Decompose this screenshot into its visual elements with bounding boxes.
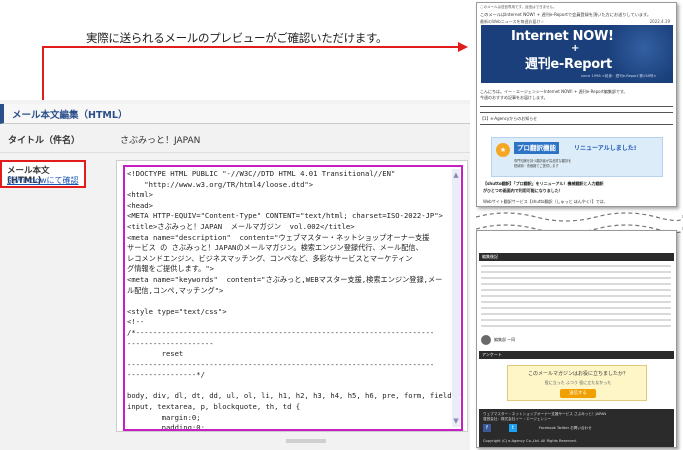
code-line: <!DOCTYPE HTML PUBLIC "-//W3C//DTD HTML … (127, 169, 396, 178)
email-footer: ウェブマスター・ネットショップオーナー支援サービス さぶみっと！JAPAN 運営… (479, 409, 674, 447)
email-greeting: このメールはInternet NOW! + 週刊e-Reportで会員登録を頂い… (480, 12, 652, 17)
code-line: margin:0; (127, 412, 201, 422)
editor-note-header: 編集後記 (479, 253, 674, 261)
email-top-note: このメールは送信専用です。返信はできません。 (480, 5, 557, 9)
survey-title: アンケート (482, 352, 502, 357)
title-value: さぶみっと！JAPAN (120, 136, 201, 146)
code-line: <meta name="keywords" content="さぶみっと,WEB… (127, 274, 443, 284)
code-line: padding:0; (127, 423, 205, 431)
html-body-textarea[interactable]: <!DOCTYPE HTML PUBLIC "-//W3C//DTD HTML … (123, 165, 463, 431)
survey-submit-button[interactable]: 送信する (560, 389, 596, 398)
title-label: タイトル（件名） (8, 136, 81, 146)
code-line: ----------------*/ (127, 370, 205, 380)
code-line: body, div, dl, dt, dd, ul, ol, li, h1, h… (127, 391, 463, 401)
newsletter-banner: Internet NOW! + 週刊e-Report since 1998 <前… (481, 25, 673, 83)
pro-text-2: 短納期・低価格でご提供します (514, 164, 559, 168)
pro-badge: プロ翻訳機能 (514, 142, 559, 154)
code-line: /*--------------------------------------… (127, 327, 435, 337)
section-header: メール本文編集（HTML） (0, 104, 470, 124)
email-divider (480, 124, 673, 125)
footer-copyright: Copyright (C) e-Agency Co.,Ltd. All Righ… (483, 439, 577, 443)
banner-title-2: 週刊e-Report (525, 57, 612, 72)
code-line: <title>さぶみっと！JAPAN メールマガジン vol.002</titl… (127, 221, 355, 231)
author-name: 編集部 一同 (494, 337, 516, 342)
survey-box: このメールマガジンはお役に立ちましたか？ 役に立った ふつう 役に立たなかった … (507, 365, 647, 401)
email-section-heading: 【1】e-Agencyからのお知らせ (480, 116, 538, 121)
code-line: <head> (127, 200, 153, 210)
mail-edit-panel: メール本文編集（HTML） タイトル（件名） さぶみっと！JAPAN メール本文… (0, 100, 470, 450)
resize-grip[interactable] (286, 439, 326, 443)
scroll-down-icon[interactable]: ▼ (452, 417, 460, 425)
code-line: -------------------- (127, 338, 214, 348)
survey-options[interactable]: 役に立った ふつう 役に立たなかった (522, 380, 634, 386)
html-source-code: <!DOCTYPE HTML PUBLIC "-//W3C//DTD HTML … (127, 169, 463, 431)
pro-title: リニューアルしました! (574, 145, 637, 152)
email-preview: このメールは送信専用です。返信はできません。 このメールはInternet NO… (476, 0, 683, 450)
email-divider (480, 106, 673, 107)
email-preview-bottom: 編集後記 編集部 一同 アンケート このメールマガジンはお役に立ちましたか？ 役… (476, 230, 677, 448)
callout-caption: 実際に送られるメールのプレビューがご確認いただけます。 (86, 31, 388, 45)
editor-note-title: 編集後記 (482, 254, 498, 259)
author-avatar (481, 335, 491, 345)
banner-since: since 1998 <前身：週刊e-Report 第158号> (581, 74, 657, 78)
code-line: <META HTTP-EQUIV="Content-Type" CONTENT=… (127, 211, 443, 221)
code-line: ル配信,コンペ,マッチング"> (127, 285, 224, 295)
email-intro-2: 今週のおすすめ記事をお届けします。 (480, 95, 548, 100)
email-date: 2022.4.19 (649, 19, 670, 24)
code-line: ----------------------------------------… (127, 359, 435, 369)
banner-title-1: Internet NOW! (511, 29, 614, 44)
code-line: サービス の さぶみっと！JAPANのメールマガジン。検索エンジン登録代行、メー… (127, 243, 423, 253)
megaphone-icon: ★ (496, 143, 510, 157)
code-line: input, textarea, p, blockquote, th, td { (127, 402, 301, 412)
code-line: <meta name="description" content="ウェブマスタ… (127, 232, 430, 242)
code-line: <style type="text/css"> (127, 306, 227, 316)
facebook-icon[interactable]: f (483, 424, 491, 432)
code-line: グ情報をご提供します。"> (127, 264, 214, 274)
survey-header: アンケート (479, 351, 674, 359)
survey-question: このメールマガジンはお役に立ちましたか？ (527, 371, 628, 377)
body-label-box: メール本文(HTML) 別Windowにて確認 (0, 160, 86, 188)
footer-line-2: 運営会社：株式会社イー・エージェンシー (483, 417, 552, 421)
html-editor-container: <!DOCTYPE HTML PUBLIC "-//W3C//DTD HTML … (116, 160, 468, 432)
code-line: reset (127, 349, 184, 359)
article-headline-1: 【shutto翻訳】「プロ翻訳」をリニューアル！機械翻訳と人力翻訳 (483, 181, 604, 186)
scroll-up-icon[interactable]: ▲ (452, 171, 460, 179)
code-line: <html> (127, 190, 153, 200)
callout-connector-horizontal (42, 46, 462, 48)
email-divider (480, 112, 673, 113)
editor-scrollbar[interactable]: ▲ ▼ (452, 169, 460, 427)
title-row: タイトル（件名） さぶみっと！JAPAN (0, 125, 470, 153)
twitter-icon[interactable]: t (509, 424, 517, 432)
email-preview-top: このメールは送信専用です。返信はできません。 このメールはInternet NO… (476, 2, 677, 207)
callout-arrowhead (458, 42, 468, 52)
editor-note-body (481, 265, 671, 331)
footer-links[interactable]: Facebook Twitter お問い合わせ (539, 426, 592, 431)
article-headline-2: がひとつの画面内で利用可能になりました！ (483, 188, 563, 193)
section-title: メール本文編集（HTML） (12, 110, 128, 121)
code-line: レコメンドエンジン、ビジネスマッチング、コンペなど、多彩なサービスとマーケティン (127, 253, 413, 263)
open-preview-link[interactable]: 別Windowにて確認 (7, 175, 79, 186)
pro-translation-ad[interactable]: ★ プロ翻訳機能 リニューアルしました! 専門知識を持つ翻訳者が高品質な翻訳を … (491, 137, 663, 177)
code-line: "http://www.w3.org/TR/html4/loose.dtd"> (127, 179, 314, 189)
code-line: <!-- (127, 317, 145, 327)
screenshot-stage: 実際に送られるメールのプレビューがご確認いただけます。 メール本文編集（HTML… (0, 0, 683, 450)
